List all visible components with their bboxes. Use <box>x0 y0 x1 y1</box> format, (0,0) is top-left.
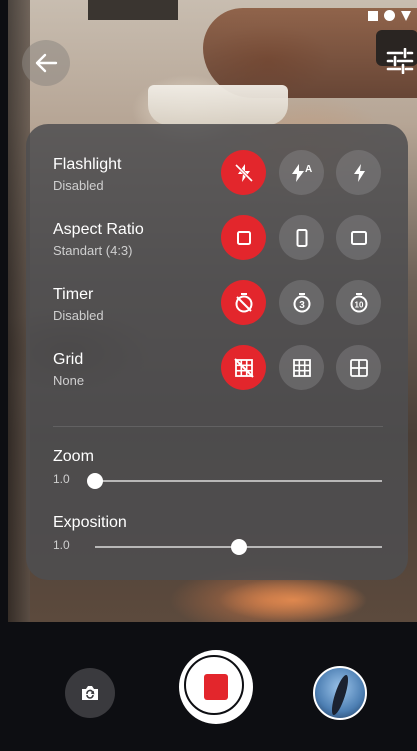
zoom-slider-thumb[interactable] <box>87 473 103 489</box>
setting-aspect-ratio: Aspect Ratio Standart (4:3) <box>26 215 408 281</box>
slider-zoom: Zoom 1.0 <box>26 448 408 498</box>
ratio-standard-option[interactable] <box>221 215 266 260</box>
slider-label: Exposition <box>53 514 127 531</box>
setting-grid: Grid None <box>26 345 408 411</box>
arrow-left-icon <box>35 53 58 73</box>
svg-text:10: 10 <box>354 300 363 309</box>
background-window <box>88 0 178 20</box>
timer-off-option[interactable] <box>221 280 266 325</box>
setting-flashlight: Flashlight Disabled A <box>26 150 408 216</box>
flash-on-option[interactable] <box>336 150 381 195</box>
timer-10-icon: 10 <box>350 292 367 312</box>
grid-off-option[interactable] <box>221 345 266 390</box>
slider-value: 1.0 <box>53 472 70 486</box>
background-coffee-filter <box>148 85 288 125</box>
setting-label: Aspect Ratio <box>53 221 144 238</box>
setting-value: Standart (4:3) <box>53 243 133 258</box>
sliders-icon <box>386 47 414 75</box>
svg-text:A: A <box>305 164 312 175</box>
flash-off-icon <box>234 163 253 182</box>
status-circle-icon <box>384 10 395 21</box>
setting-label: Flashlight <box>53 156 122 173</box>
setting-value: Disabled <box>53 308 104 323</box>
status-bar-icons <box>368 10 411 21</box>
switch-camera-icon <box>82 686 98 700</box>
ratio-square-option[interactable] <box>336 215 381 260</box>
shutter-button[interactable] <box>179 650 253 724</box>
grid-2x2-icon <box>349 358 368 377</box>
grid-off-icon <box>233 357 254 378</box>
back-button[interactable] <box>22 40 70 86</box>
setting-value: None <box>53 373 85 388</box>
status-square-icon <box>368 10 378 21</box>
record-icon <box>204 674 228 700</box>
flash-auto-option[interactable]: A <box>279 150 324 195</box>
setting-value: Disabled <box>53 178 104 193</box>
timer-3-option[interactable]: 3 <box>279 280 324 325</box>
gallery-thumbnail[interactable] <box>313 666 367 720</box>
slider-exposition: Exposition 1.0 <box>26 514 408 564</box>
ratio-tall-icon <box>296 228 307 247</box>
setting-label: Grid <box>53 351 84 368</box>
flash-off-option[interactable] <box>221 150 266 195</box>
flash-auto-icon: A <box>291 163 312 182</box>
svg-text:3: 3 <box>299 300 305 311</box>
setting-timer: Timer Disabled 3 10 <box>26 280 408 346</box>
switch-camera-button[interactable] <box>65 668 115 718</box>
gallery-thumbnail-preview <box>328 673 352 717</box>
flash-on-icon <box>353 163 365 182</box>
grid-2x2-option[interactable] <box>336 345 381 390</box>
ratio-square-icon <box>350 230 367 245</box>
exposition-slider-thumb[interactable] <box>230 539 247 555</box>
timer-3-icon: 3 <box>293 292 310 312</box>
ratio-tall-option[interactable] <box>279 215 324 260</box>
grid-3x3-icon <box>292 358 311 377</box>
status-triangle-icon <box>401 10 411 21</box>
camera-settings-panel: Flashlight Disabled A Aspect Ratio Stand… <box>26 124 408 580</box>
ratio-standard-icon <box>236 230 251 245</box>
grid-3x3-option[interactable] <box>279 345 324 390</box>
setting-label: Timer <box>53 286 94 303</box>
timer-10-option[interactable]: 10 <box>336 280 381 325</box>
background-warm-light <box>218 578 368 622</box>
zoom-slider-track[interactable] <box>95 480 382 482</box>
timer-off-icon <box>235 292 252 312</box>
camera-controls-bar <box>8 622 417 751</box>
panel-divider <box>53 426 383 427</box>
filters-button[interactable] <box>386 47 417 78</box>
slider-label: Zoom <box>53 448 94 465</box>
slider-value: 1.0 <box>53 538 70 552</box>
